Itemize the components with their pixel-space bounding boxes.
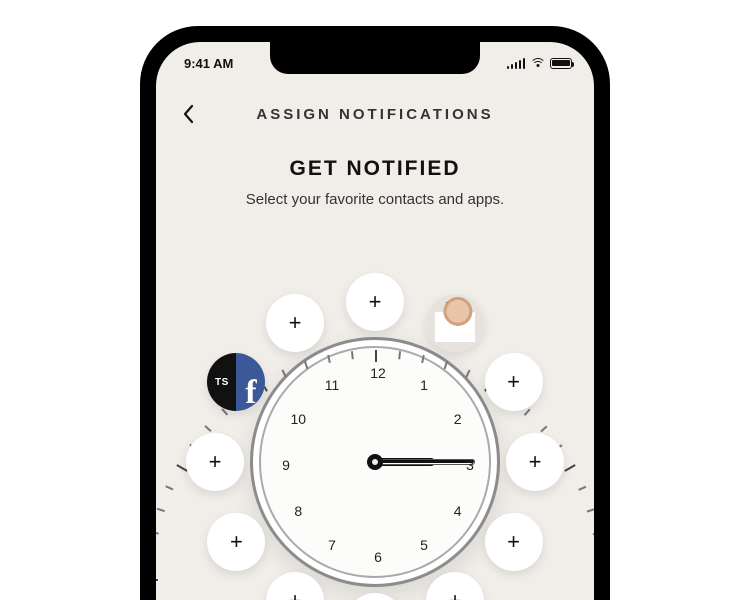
assign-slot-empty[interactable]: + [207, 513, 265, 571]
clock-tick [587, 508, 594, 512]
navbar: ASSIGN NOTIFICATIONS [156, 92, 594, 136]
cellular-icon [507, 58, 526, 69]
clock-numeral: 3 [466, 457, 474, 473]
clock-tick [540, 426, 547, 432]
assign-slot-empty[interactable]: + [346, 273, 404, 331]
clock-numeral: 12 [370, 365, 386, 381]
chevron-left-icon [182, 104, 194, 124]
assign-slot-app-fb[interactable]: TSf [207, 353, 265, 411]
assign-slot-empty[interactable]: + [506, 433, 564, 491]
assign-slot-empty[interactable]: + [266, 294, 324, 352]
assign-slot-empty[interactable]: + [346, 593, 404, 600]
assign-slot-empty[interactable]: + [426, 572, 484, 600]
clock-tick [165, 486, 173, 491]
clock-tick [444, 361, 448, 369]
contact-avatar [426, 294, 484, 352]
clock-tick [282, 370, 287, 378]
clock-tick [398, 351, 400, 359]
clock-tick [351, 351, 353, 359]
clock-numeral: 7 [328, 537, 336, 553]
clock-numeral: 10 [291, 411, 307, 427]
clock-dial: 121234567891011 [250, 337, 500, 587]
assign-slot-empty[interactable]: + [485, 353, 543, 411]
screen: 9:41 AM ASSIGN NOTIFICATIONS GET NOTIFIE… [156, 42, 594, 600]
assign-slot-empty[interactable]: + [186, 433, 244, 491]
back-button[interactable] [174, 100, 202, 128]
clock-tick [578, 486, 586, 491]
clock-tick [593, 531, 594, 534]
clock-tick [156, 531, 159, 534]
wifi-icon [530, 58, 545, 69]
assign-slot-avatar[interactable] [426, 294, 484, 352]
assign-slot-empty[interactable]: + [485, 513, 543, 571]
dial-area: 121234567891011 +++++++++TSf+ [185, 272, 565, 600]
clock-numeral: 4 [454, 503, 462, 519]
clock-numeral: 11 [325, 377, 340, 393]
hero-subhead: Select your favorite contacts and apps. [186, 191, 564, 208]
clock-tick [421, 355, 424, 363]
phone-frame: 9:41 AM ASSIGN NOTIFICATIONS GET NOTIFIE… [140, 26, 610, 600]
hero-headline: GET NOTIFIED [186, 157, 564, 181]
app-badge: TS [207, 353, 236, 411]
assign-slot-empty[interactable]: + [266, 572, 324, 600]
clock-numeral: 8 [294, 503, 302, 519]
clock-tick [375, 350, 377, 362]
clock-tick [327, 355, 330, 363]
clock-tick [157, 508, 165, 512]
clock-tick [465, 370, 470, 378]
battery-icon [550, 58, 572, 69]
minute-hand [375, 459, 475, 465]
clock-numeral: 9 [282, 457, 290, 473]
status-time: 9:41 AM [184, 56, 233, 71]
clock-numeral: 2 [454, 411, 462, 427]
clock-pivot [367, 454, 383, 470]
clock-tick [304, 361, 308, 369]
clock-tick [524, 409, 530, 416]
page-title: ASSIGN NOTIFICATIONS [256, 106, 493, 123]
facebook-icon: f [236, 353, 265, 411]
hero: GET NOTIFIED Select your favorite contac… [156, 157, 594, 208]
clock-numeral: 1 [420, 377, 428, 393]
clock-tick [564, 464, 575, 472]
clock-tick [156, 579, 158, 581]
clock-numeral: 6 [374, 549, 382, 565]
clock-tick [204, 426, 211, 432]
clock-numeral: 5 [420, 537, 428, 553]
notch [270, 42, 480, 74]
